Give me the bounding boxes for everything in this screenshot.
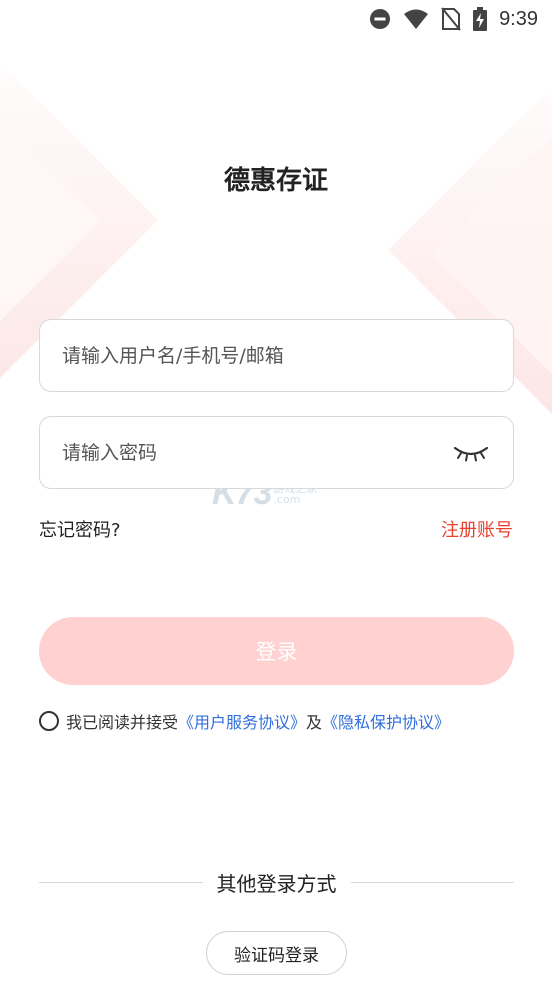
- no-sim-icon: [441, 7, 461, 31]
- watermark-line-2: .com: [273, 492, 301, 506]
- user-agreement-link[interactable]: 《用户服务协议》: [178, 709, 306, 733]
- agreement-row: 我已阅读并接受 《用户服务协议》 及 《隐私保护协议》: [39, 709, 450, 733]
- login-button[interactable]: 登录: [39, 617, 514, 685]
- divider-line-left: [39, 882, 203, 883]
- app-title: 德惠存证: [223, 166, 328, 196]
- sms-login-button[interactable]: 验证码登录: [206, 931, 347, 975]
- eye-closed-icon[interactable]: [451, 441, 491, 465]
- other-login-divider: 其他登录方式: [39, 868, 514, 897]
- privacy-policy-link[interactable]: 《隐私保护协议》: [322, 709, 450, 733]
- divider-line-right: [350, 882, 514, 883]
- agreement-radio[interactable]: [39, 711, 59, 731]
- wifi-icon: [403, 8, 429, 30]
- username-field-container: [39, 319, 514, 392]
- do-not-disturb-icon: [369, 8, 391, 30]
- username-input[interactable]: [62, 344, 491, 367]
- password-field-container: [39, 416, 514, 489]
- forgot-password-link[interactable]: 忘记密码?: [39, 516, 121, 542]
- status-bar: 9:39: [0, 0, 552, 38]
- status-time: 9:39: [499, 7, 538, 30]
- agreement-prefix: 我已阅读并接受: [66, 713, 179, 732]
- password-input[interactable]: [62, 441, 451, 464]
- battery-charging-icon: [473, 7, 488, 31]
- agreement-joiner: 及: [306, 713, 323, 732]
- register-account-link[interactable]: 注册账号: [441, 516, 513, 542]
- other-login-label: 其他登录方式: [216, 872, 337, 896]
